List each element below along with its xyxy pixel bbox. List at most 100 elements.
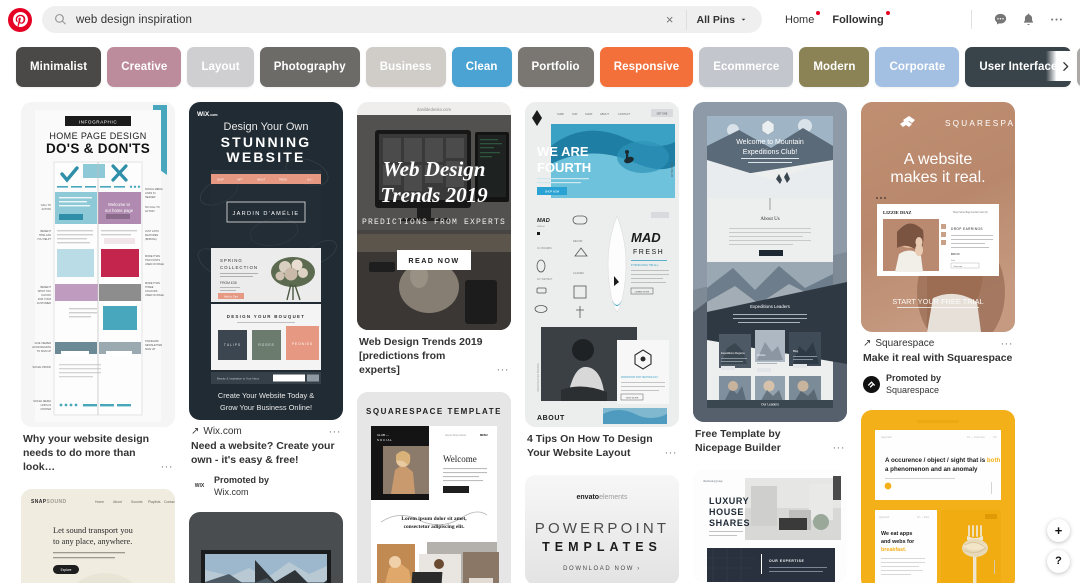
svg-text:GIFT: GIFT [237,179,243,182]
filter-pill-clean[interactable]: Clean [451,46,512,87]
filter-pill-minimalist[interactable]: Minimalist [16,46,102,87]
svg-text:LIZZIE DIAZ: LIZZIE DIAZ [883,210,911,215]
promoted-by: Squarespace [886,385,940,395]
pin-image[interactable]: theluxurygroup LUXURY HOUSE SHARES OUR E… [693,469,847,582]
pin-image[interactable]: WiX.com Design Your Own STUNNING WEBSITE… [189,102,343,420]
yellow-artwork: Approach 01 — Overview 0.5 A occurence / o… [861,410,1015,583]
pin-image[interactable]: envatoelements POWERPOINT TEMPLATES DOWN… [525,474,679,583]
svg-text:FOURTH: FOURTH [537,160,591,175]
pins-scope-selector[interactable]: All Pins [696,14,752,26]
search-bar[interactable]: × All Pins [42,6,762,33]
snapsound-artwork: SNAPSOUND Home About Sounds Playlists Contac… [21,488,175,583]
pin-meta: 4 Tips On How To Design Your Website Lay… [525,427,679,461]
header-nav: Home Following [776,10,893,30]
svg-text:SOCIAL MEDIA: SOCIAL MEDIA [145,188,163,191]
clear-search-icon[interactable]: × [662,13,678,26]
filter-pill-layout[interactable]: Layout [187,46,254,87]
filter-pill-creative[interactable]: Creative [107,46,182,87]
svg-text:MAD: MAD [537,218,550,224]
more-options-icon[interactable] [1042,8,1070,32]
trends2019-artwork: danildedenko.com Web Design Trends 2019 … [357,102,511,330]
svg-text:COLLECTION: COLLECTION [220,265,258,270]
svg-text:FROM £35: FROM £35 [220,281,237,285]
pin-options-icon[interactable]: ··· [497,364,510,376]
svg-text:Approach: Approach [879,516,890,519]
pin-web-design-trends-2019[interactable]: danildedenko.com Web Design Trends 2019 … [357,102,511,378]
filter-pill-photography[interactable]: Photography [259,46,360,87]
pin-snapsound[interactable]: SNAPSOUND Home About Sounds Playlists Contac… [21,488,175,583]
luxury-artwork: theluxurygroup LUXURY HOUSE SHARES OUR E… [693,469,847,582]
pin-image[interactable]: danildedenko.com Web Design Trends 2019 … [357,102,511,330]
filter-pill-business[interactable]: Business [365,46,446,87]
svg-text:USED ON PAGE: USED ON PAGE [145,294,164,297]
svg-text:DESIGN YOUR BOUQUET: DESIGN YOUR BOUQUET [227,314,306,319]
pin-options-icon[interactable]: ··· [833,442,846,454]
filter-next-button[interactable] [1046,51,1076,81]
pin-source-label: Wix.com [203,426,242,437]
pin-options-icon[interactable]: ··· [329,427,342,438]
pin-envato-powerpoint[interactable]: envatoelements POWERPOINT TEMPLATES DOWN… [525,474,679,583]
svg-text:MORE THAN: MORE THAN [145,255,160,258]
header-divider [686,9,688,30]
svg-text:DROP EARRINGS: DROP EARRINGS [951,227,983,231]
pin-squarespace-template[interactable]: SQUARESPACE TEMPLATE CLUB — S O C I A L … [357,391,511,583]
svg-text:CLASSIC: CLASSIC [573,271,584,275]
svg-text:SQUARESPACE: SQUARESPACE [945,119,1015,128]
filter-pill-responsive[interactable]: Responsive [599,46,694,87]
pin-4-tips-website-layout[interactable]: SURF SUP SHOP ABOUT CONTACT GET ONE WE ARE F… [525,102,679,461]
pin-yellow-presentation[interactable]: Approach 01 — Overview 0.5 A occurence / o… [861,410,1015,583]
svg-text:NEWSLETTER: NEWSLETTER [145,344,162,347]
filter-pill-corporate[interactable]: Corporate [875,46,960,87]
help-button[interactable]: ? [1047,550,1070,573]
add-pin-button[interactable]: + [1047,519,1070,542]
svg-text:PEONIES: PEONIES [292,342,313,346]
grid-column-1: INFOGRAPHIC HOME PAGE DESIGN DO'S & DON'… [14,102,182,583]
svg-text:02 / WETSUIT: 02 / WETSUIT [537,278,553,281]
svg-text:FOLLOW US: FOLLOW US [670,162,674,178]
pin-image[interactable]: SQUARESPACE TEMPLATE CLUB — S O C I A L … [357,391,511,583]
svg-text:SUP: SUP [572,112,578,116]
pin-image[interactable]: Approach 01 — Overview 0.5 A occurence / o… [861,410,1015,583]
pin-source[interactable]: ↗ Squarespace ··· [863,338,1014,350]
svg-text:HANDCRAFTED BOARDS: HANDCRAFTED BOARDS [537,363,540,392]
messages-icon[interactable] [986,8,1014,32]
pin-options-icon[interactable]: ··· [665,447,678,459]
filter-pill-portfolio[interactable]: Portfolio [517,46,594,87]
pin-image[interactable]: SQUARESPACE A website makes it real. LIZ… [861,102,1015,332]
nav-home[interactable]: Home [776,10,823,30]
svg-text:PRESS: PRESS [279,179,288,182]
pin-mountain-imac[interactable] [189,512,343,583]
filter-pill-modern[interactable]: Modern [799,46,870,87]
svg-text:theluxurygroup: theluxurygroup [703,479,723,483]
pinterest-logo-icon[interactable] [8,7,32,32]
pin-wix-stunning-website[interactable]: WiX.com Design Your Own STUNNING WEBSITE… [189,102,343,498]
svg-text:01 — Overview: 01 — Overview [967,435,985,439]
pin-options-icon[interactable]: ··· [161,461,174,473]
pin-image[interactable]: SURF SUP SHOP ABOUT CONTACT GET ONE WE ARE F… [525,102,679,427]
pin-options-icon[interactable]: ··· [1001,339,1014,350]
nav-following[interactable]: Following [823,10,892,30]
pin-image[interactable]: INFOGRAPHIC HOME PAGE DESIGN DO'S & DON'… [21,102,175,427]
svg-text:Q A ⌕: Q A ⌕ [307,179,314,182]
notifications-icon[interactable] [1014,8,1042,32]
svg-text:Beauty & Inspiration to Your I: Beauty & Inspiration to Your Inbox [217,377,260,381]
svg-text:to any place, anywhere.: to any place, anywhere. [53,537,132,546]
svg-text:DOWNLOAD NOW ›: DOWNLOAD NOW › [563,566,641,572]
pin-image[interactable]: SNAPSOUND Home About Sounds Playlists Contac… [21,488,175,583]
pin-image[interactable]: Welcome to Mountain Expeditions Club! Ab… [693,102,847,422]
pin-source-label: Squarespace [875,338,935,349]
pin-source[interactable]: ↗ Wix.com ··· [191,426,342,438]
svg-text:FRESH: FRESH [633,249,664,256]
svg-text:Create Your Website Today &: Create Your Website Today & [218,391,314,400]
filter-pill-ecommerce[interactable]: Ecommerce [699,46,794,87]
pin-home-page-design-dos-donts[interactable]: INFOGRAPHIC HOME PAGE DESIGN DO'S & DON'… [21,102,175,475]
pin-squarespace-makes-it-real[interactable]: SQUARESPACE A website makes it real. LIZ… [861,102,1015,396]
pin-image[interactable] [189,512,343,583]
search-input[interactable] [67,13,662,26]
filter-pill-label: Clean [465,60,498,73]
pin-luxury-house-shares[interactable]: theluxurygroup LUXURY HOUSE SHARES OUR E… [693,469,847,582]
svg-text:TO SIGN UP: TO SIGN UP [37,350,52,353]
pin-nicepage-free-template[interactable]: Welcome to Mountain Expeditions Club! Ab… [693,102,847,456]
search-icon [54,13,67,26]
filter-pill-label: Minimalist [30,60,88,73]
